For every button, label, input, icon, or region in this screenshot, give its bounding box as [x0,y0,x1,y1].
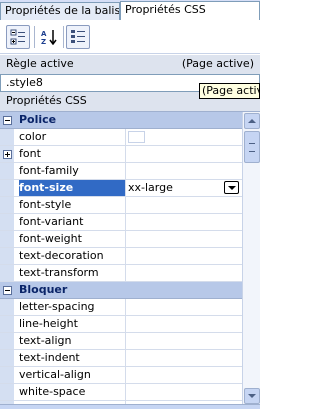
color-swatch[interactable] [128,131,145,143]
property-value[interactable] [125,231,242,247]
category-police[interactable]: Police [0,112,242,129]
property-row[interactable]: font-variant [0,214,242,231]
property-name: font-variant [19,215,84,228]
active-rule-scope: (Page active) [181,57,254,70]
collapse-icon[interactable] [3,286,12,295]
property-value-text: xx-large [128,181,173,194]
dropdown-arrow-icon[interactable] [224,181,239,194]
property-name: font-style [19,198,72,211]
svg-text:A: A [41,30,47,38]
property-row[interactable]: color [0,129,242,146]
property-row[interactable]: text-transform [0,265,242,282]
property-name: text-align [19,334,72,347]
property-value[interactable] [125,367,242,383]
css-properties-label: Propriétés CSS [6,94,87,107]
property-name: font-size [19,180,125,196]
property-row[interactable]: font [0,146,242,163]
property-value[interactable] [125,146,242,162]
category-label: Police [19,113,57,126]
tooltip: (Page active) [199,83,260,99]
property-name: color [19,130,47,143]
property-name: text-transform [19,266,99,279]
scroll-down-icon[interactable] [244,388,260,404]
tab-tag-properties[interactable]: Propriétés de la balise [0,2,120,20]
category-bloquer[interactable]: Bloquer [0,282,242,299]
property-name: font [19,147,41,160]
toolbar-separator [34,26,35,48]
show-set-properties-button[interactable] [66,25,90,49]
property-row[interactable]: font-style [0,197,242,214]
active-rule-label: Règle active [6,57,74,70]
property-value[interactable] [125,384,242,400]
property-row[interactable]: font-weight [0,231,242,248]
property-row[interactable]: line-height [0,316,242,333]
toolbar-separator [63,26,64,48]
tab-css-properties[interactable]: Propriétés CSS [120,1,260,21]
property-row[interactable]: vertical-align [0,367,242,384]
vertical-scrollbar[interactable] [242,112,260,404]
property-name: letter-spacing [19,300,95,313]
property-name: text-indent [19,351,80,364]
property-value[interactable] [125,214,242,230]
property-name: font-family [19,164,79,177]
tab-bar: Propriétés de la balise Propriétés CSS [0,0,260,21]
category-label: Bloquer [19,283,68,296]
property-name: text-decoration [19,249,104,262]
property-name: line-height [19,317,78,330]
collapse-icon[interactable] [3,116,12,125]
property-value[interactable] [125,350,242,366]
property-value[interactable] [125,163,242,179]
property-value-select[interactable]: xx-large [125,180,242,196]
active-rule-header: Règle active (Page active) [0,55,260,74]
property-grid: Police color font font-family font-size … [0,111,260,404]
property-row[interactable]: text-decoration [0,248,242,265]
property-value[interactable] [125,299,242,315]
sort-alphabetical-button[interactable]: A Z [37,25,61,49]
scroll-up-icon[interactable] [244,113,260,129]
expand-icon[interactable] [3,150,12,159]
property-value[interactable] [125,265,242,281]
property-row[interactable]: text-align [0,333,242,350]
property-value[interactable] [125,248,242,264]
property-row[interactable]: font-family [0,163,242,180]
property-name: white-space [19,385,86,398]
show-set-properties-icon [71,30,85,43]
property-row[interactable]: letter-spacing [0,299,242,316]
property-value[interactable] [125,316,242,332]
property-value[interactable] [125,333,242,349]
property-row[interactable]: text-indent [0,350,242,367]
toolbar: A Z [0,20,260,54]
property-name: vertical-align [19,368,91,381]
active-rule-selector: .style8 [6,76,43,89]
horizontal-scrollbar[interactable] [0,404,260,409]
show-categorized-button[interactable] [6,25,30,49]
svg-text:Z: Z [41,38,46,45]
sort-alphabetical-icon: A Z [41,30,57,45]
scroll-thumb[interactable] [244,131,260,163]
property-row[interactable]: white-space [0,384,242,401]
show-categorized-icon [10,29,25,45]
property-row-selected[interactable]: font-size xx-large [0,180,242,197]
property-value[interactable] [125,197,242,213]
property-name: font-weight [19,232,82,245]
